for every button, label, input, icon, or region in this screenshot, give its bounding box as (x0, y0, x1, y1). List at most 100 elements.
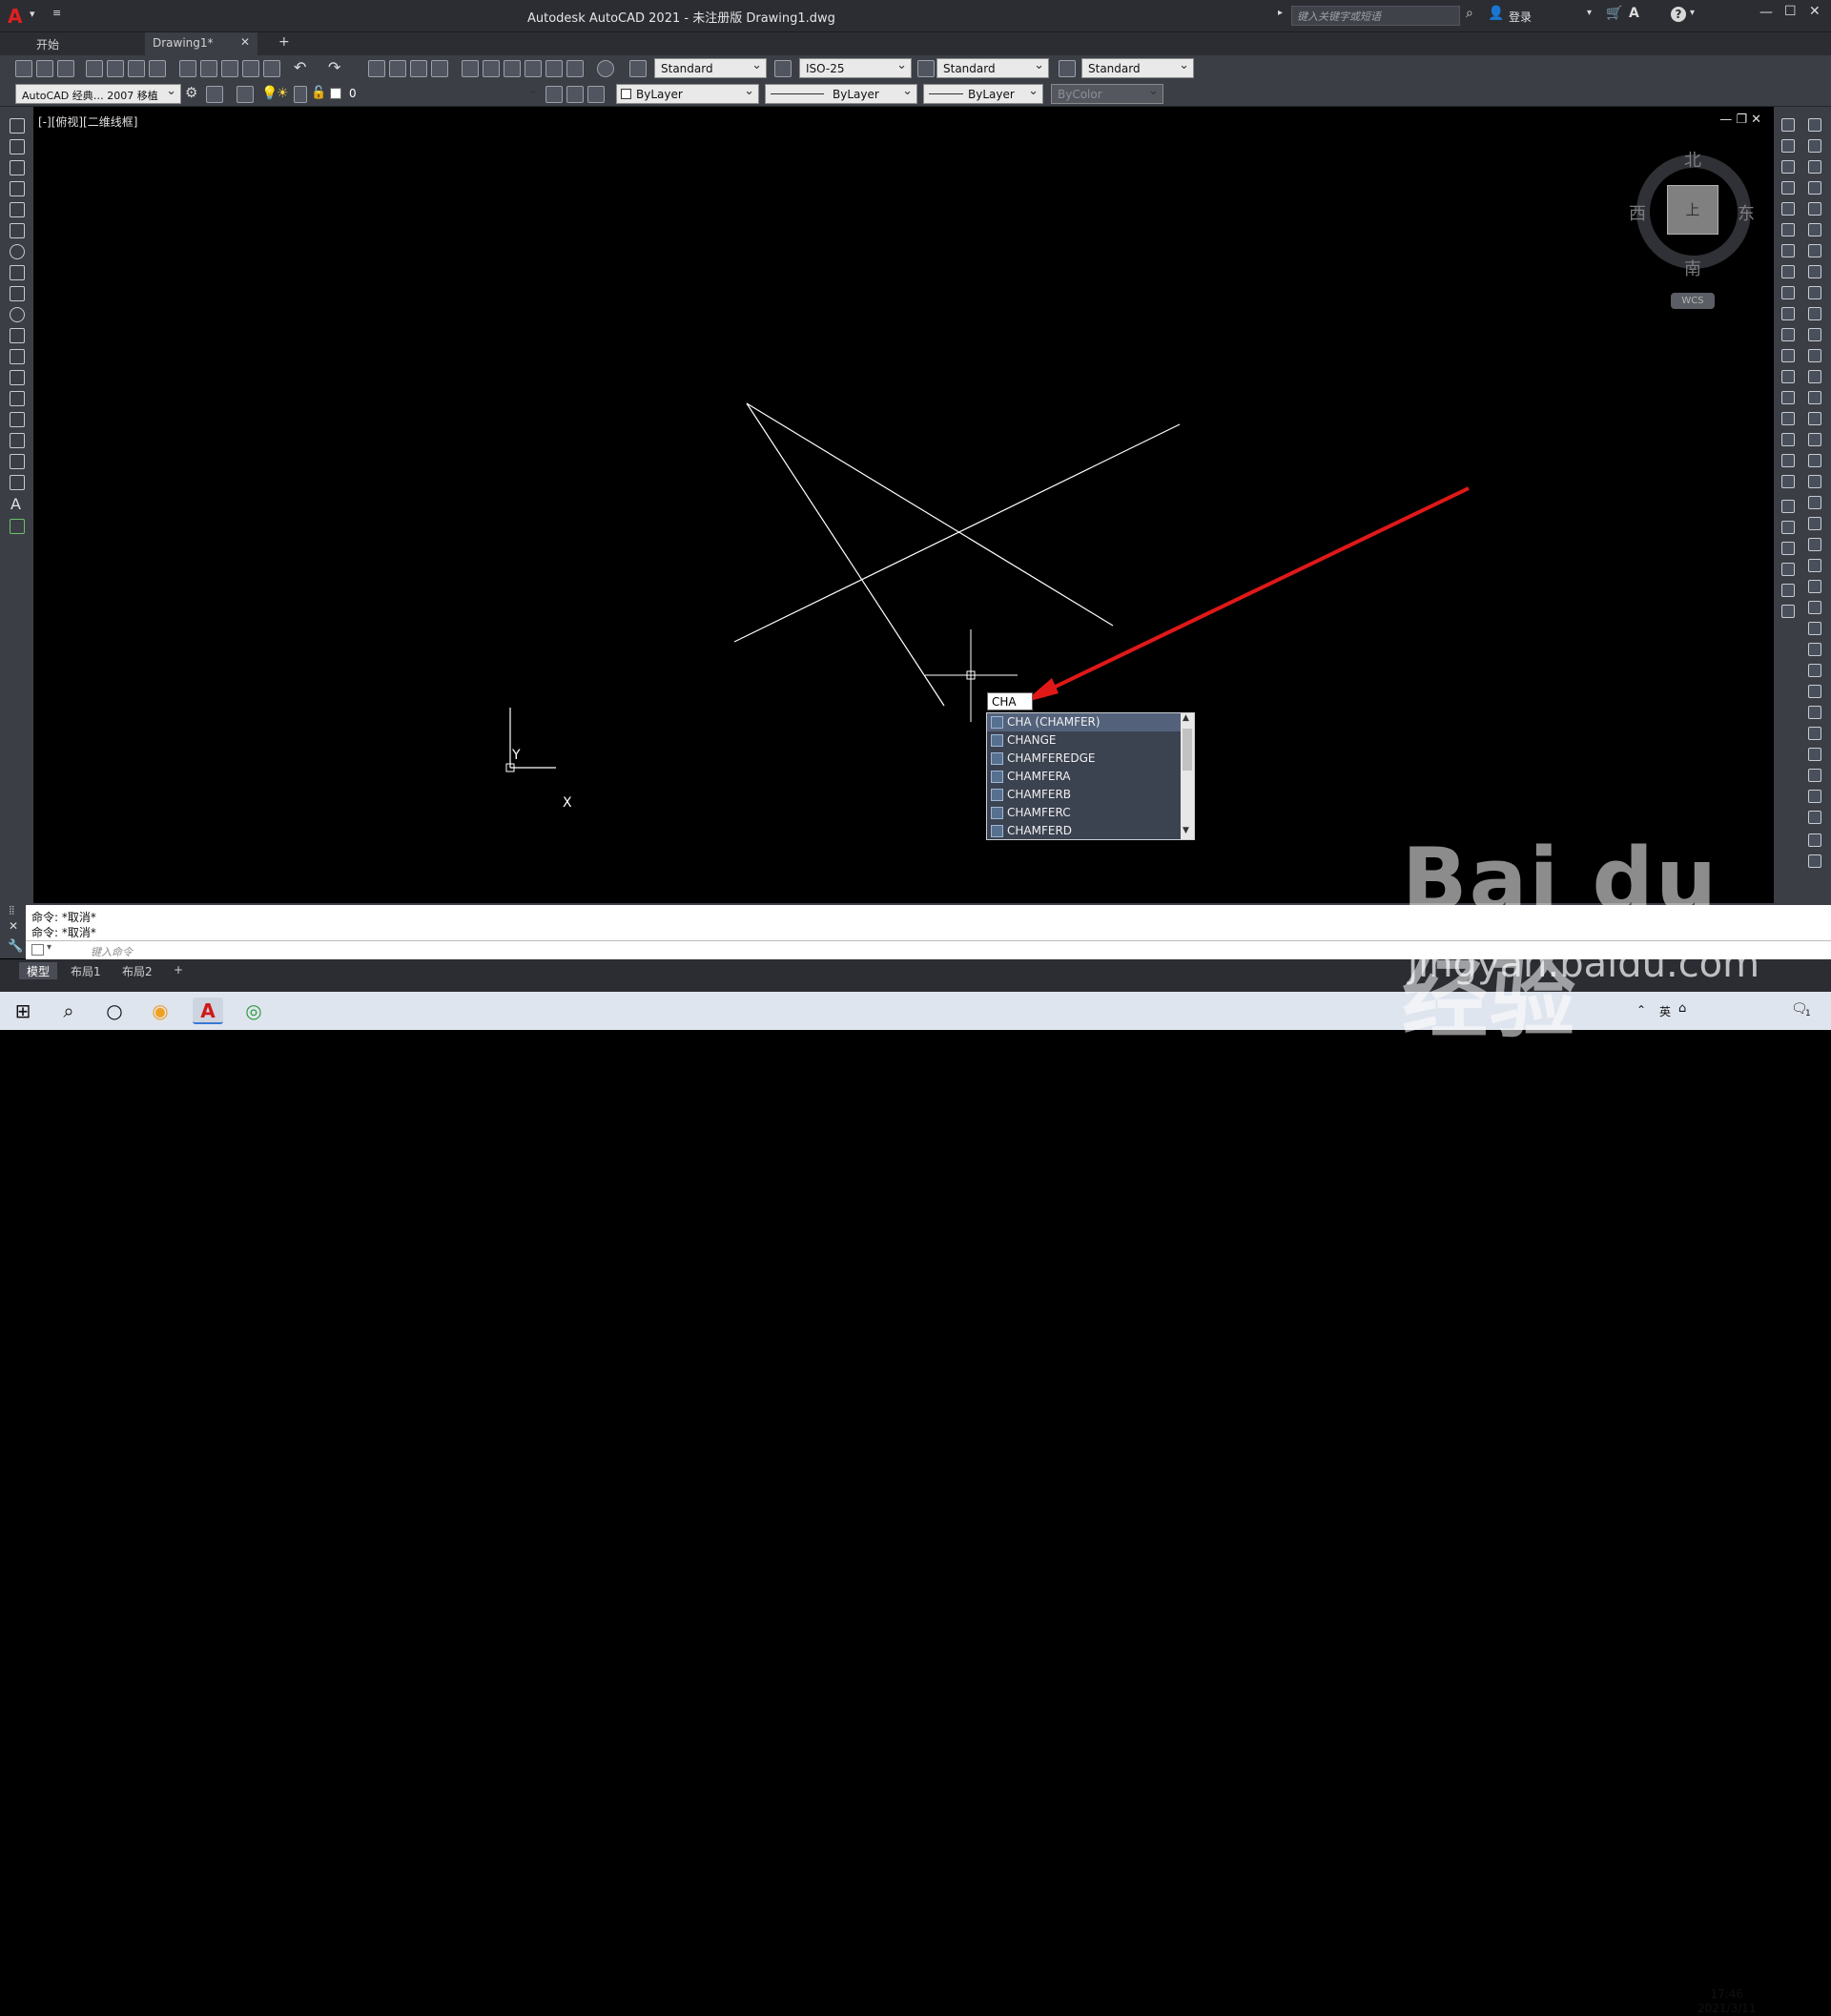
layout-tab-1[interactable]: 布局1 (63, 962, 109, 979)
autocad-taskbar-icon[interactable]: A (193, 998, 223, 1024)
ucs-view-icon[interactable] (1808, 664, 1821, 677)
layer-properties-icon[interactable] (237, 86, 254, 103)
command-line-grip-icon[interactable]: ⣿ (9, 906, 15, 915)
quickcalc-icon[interactable] (566, 60, 584, 77)
dimension-arc-length-icon[interactable] (1808, 160, 1821, 174)
login-dropdown-icon[interactable]: ▾ (1587, 8, 1592, 18)
copy-icon[interactable] (200, 60, 217, 77)
undo-icon[interactable]: ↶ (294, 58, 306, 76)
minimize-button[interactable]: — (1759, 5, 1773, 20)
extend-icon[interactable] (1781, 328, 1795, 341)
compass-north-label[interactable]: 北 (1684, 147, 1701, 172)
dimension-text-edit-icon[interactable] (1808, 496, 1821, 509)
rotate-icon[interactable] (1781, 244, 1795, 257)
draw-order-above-icon[interactable] (1781, 542, 1795, 555)
insert-block-icon[interactable] (10, 349, 25, 364)
dimension-space-icon[interactable] (1808, 349, 1821, 362)
arc-icon[interactable] (10, 223, 25, 238)
chrome-icon[interactable]: ◎ (238, 998, 269, 1024)
dimension-update-icon[interactable] (1808, 517, 1821, 530)
dimension-linear-icon[interactable] (1808, 118, 1821, 132)
recent-commands-dropdown-icon[interactable]: ▾ (47, 942, 51, 953)
autocomplete-item[interactable]: CHANGE (987, 731, 1181, 750)
dim-style-select[interactable]: ISO-25 (799, 58, 912, 78)
layer-on-bulb-icon[interactable]: 💡 (261, 86, 278, 101)
autocomplete-item[interactable]: CHAMFERD (987, 822, 1181, 840)
autocomplete-item[interactable]: CHAMFERA (987, 768, 1181, 786)
draw-order-back-icon[interactable] (1781, 521, 1795, 534)
revision-cloud-icon[interactable] (10, 265, 25, 280)
copy-object-icon[interactable] (1781, 139, 1795, 153)
scrollbar-thumb[interactable] (1183, 729, 1192, 771)
layer-previous-icon[interactable] (566, 86, 584, 103)
infocenter-expand-icon[interactable]: ▸ (1278, 8, 1283, 18)
table-icon[interactable] (10, 475, 25, 490)
maximize-button[interactable]: ☐ (1784, 4, 1797, 19)
color-select[interactable]: ByLayer (616, 84, 759, 104)
quick-access-customize-icon[interactable]: ≡ (52, 7, 61, 19)
dim-style-icon[interactable] (774, 60, 792, 77)
inspection-icon[interactable] (1808, 433, 1821, 446)
browser-app-icon[interactable]: ◉ (145, 998, 175, 1024)
autocomplete-item[interactable]: CHAMFEREDGE (987, 750, 1181, 768)
offset-icon[interactable] (1781, 181, 1795, 195)
table-style-icon[interactable] (917, 60, 935, 77)
cut-icon[interactable] (179, 60, 196, 77)
scroll-down-icon[interactable]: ▼ (1183, 826, 1189, 835)
break-at-point-icon[interactable] (1781, 349, 1795, 362)
compass-west-label[interactable]: 西 (1629, 200, 1646, 225)
new-file-icon[interactable] (15, 60, 32, 77)
fillet-icon[interactable] (1781, 433, 1795, 446)
draw-order-hatch-icon[interactable] (1781, 605, 1795, 618)
publish-icon[interactable] (128, 60, 145, 77)
layout-tab-model[interactable]: 模型 (19, 962, 58, 979)
ucs-y-icon[interactable] (1808, 769, 1821, 782)
ucs-face-icon[interactable] (1808, 622, 1821, 635)
print-icon[interactable] (86, 60, 103, 77)
make-block-icon[interactable] (10, 370, 25, 385)
properties-icon[interactable] (462, 60, 479, 77)
new-tab-button[interactable]: + (271, 32, 298, 55)
draw-order-below-icon[interactable] (1781, 563, 1795, 576)
add-layout-button[interactable]: + (166, 962, 191, 979)
compass-south-label[interactable]: 南 (1684, 256, 1701, 280)
scale-icon[interactable] (1781, 265, 1795, 278)
paste-icon[interactable] (221, 60, 238, 77)
rectangle-icon[interactable] (10, 202, 25, 217)
taskbar-clock[interactable]: 17:46 2021/3/11 (1697, 1987, 1757, 2016)
dimension-jogged-icon[interactable] (1808, 223, 1821, 237)
dim-style-manager-icon[interactable] (1808, 538, 1821, 551)
autocomplete-item[interactable]: CHAMFERB (987, 786, 1181, 804)
make-current-layer-icon[interactable] (545, 86, 563, 103)
array-icon[interactable] (1781, 202, 1795, 216)
compass-east-label[interactable]: 东 (1738, 200, 1755, 225)
dimension-radius-icon[interactable] (1808, 202, 1821, 216)
cortana-icon[interactable]: ○ (99, 998, 130, 1024)
autocad-logo-icon[interactable]: A (8, 5, 22, 28)
block-editor-icon[interactable] (263, 60, 280, 77)
close-button[interactable]: ✕ (1809, 4, 1821, 19)
viewcube-top-face[interactable]: 上 (1667, 185, 1718, 235)
dimension-diameter-icon[interactable] (1808, 244, 1821, 257)
tab-start[interactable]: 开始 (29, 32, 143, 55)
autocomplete-item[interactable]: CHA (CHAMFER) (987, 713, 1181, 731)
sheet-set-icon[interactable] (525, 60, 542, 77)
search-input[interactable]: 键入关键字或短语 (1291, 6, 1460, 26)
draw-order-front-icon[interactable] (1781, 500, 1795, 513)
redo-icon[interactable]: ↷ (328, 58, 340, 76)
ucs-object-icon[interactable] (1808, 643, 1821, 656)
drawing-canvas[interactable]: Y X (33, 107, 1774, 903)
dimension-ordinate-icon[interactable] (1808, 181, 1821, 195)
blend-curves-icon[interactable] (1781, 454, 1795, 467)
tab-drawing1[interactable]: Drawing1* ✕ (145, 32, 257, 55)
markup-icon[interactable] (545, 60, 563, 77)
app-menu-chevron-icon[interactable]: ▾ (30, 8, 35, 20)
ucs-icon-tool[interactable] (1808, 559, 1821, 572)
mleader-style-select[interactable]: Standard (1081, 58, 1194, 78)
text-style-icon[interactable] (629, 60, 647, 77)
ucs-apply-icon[interactable] (1808, 811, 1821, 824)
stretch-icon[interactable] (1781, 286, 1795, 299)
search-icon[interactable]: ⌕ (1466, 6, 1473, 21)
mleader-style-icon[interactable] (1059, 60, 1076, 77)
command-line-close-icon[interactable]: ✕ (9, 919, 18, 933)
